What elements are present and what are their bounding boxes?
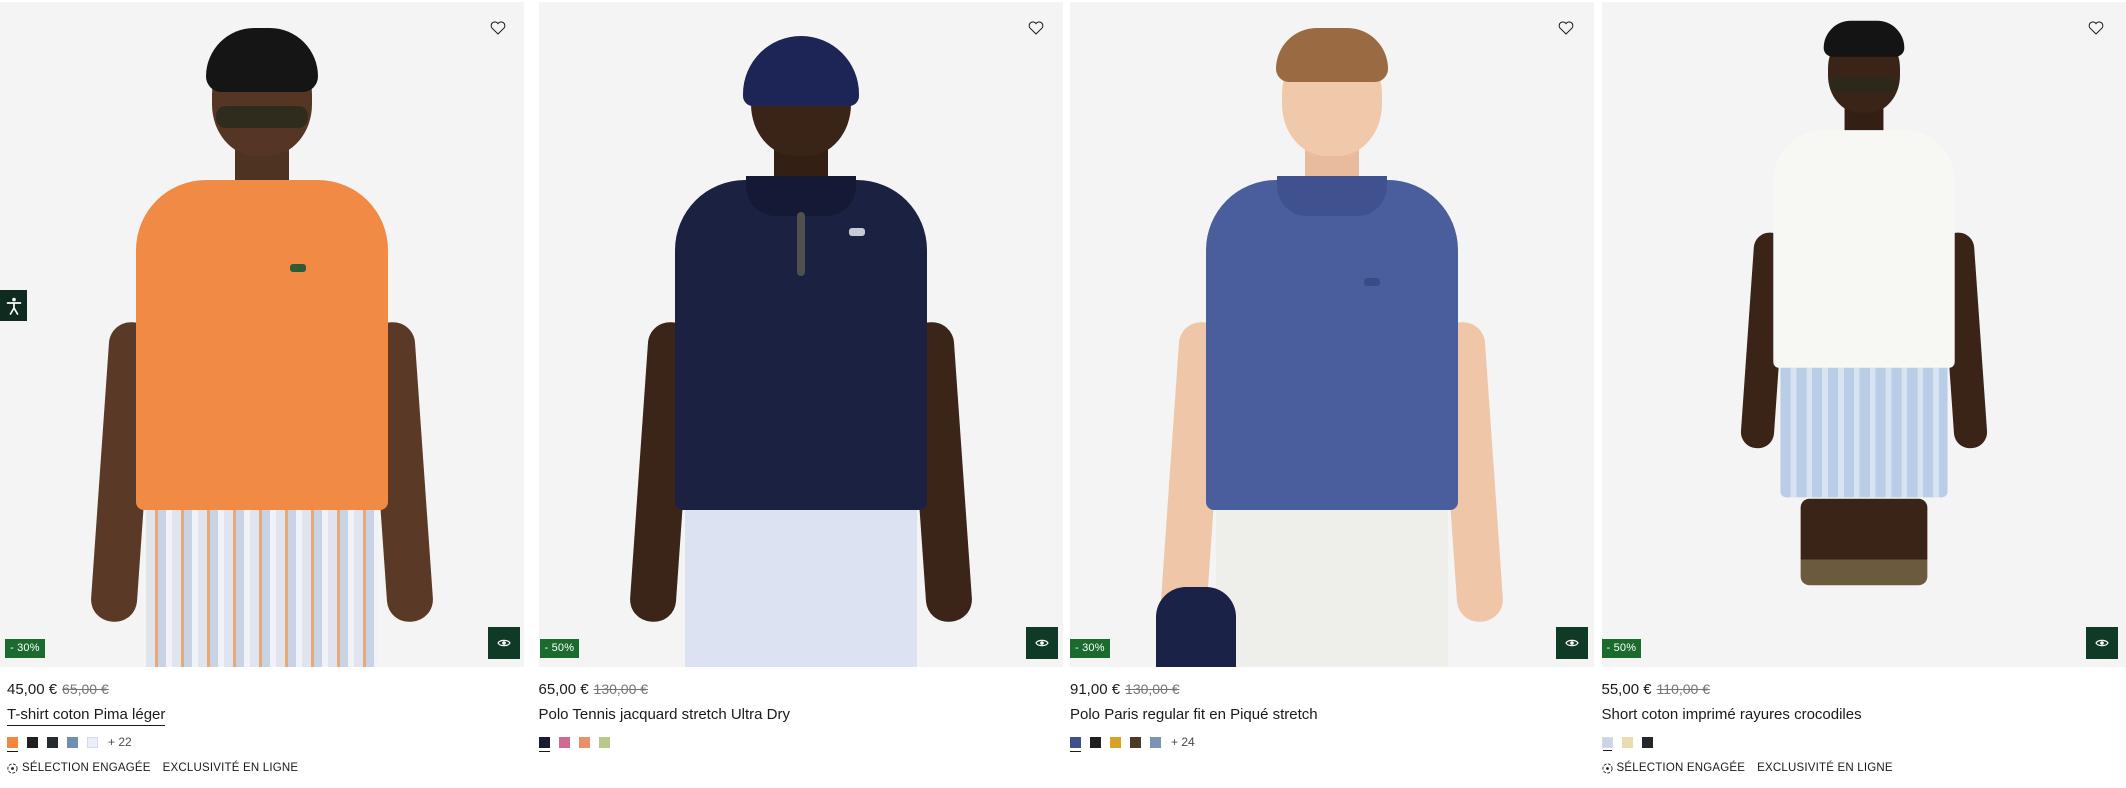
product-image[interactable]: - 50% [1601, 2, 2126, 667]
eye-icon [2094, 639, 2109, 647]
tag-label: SÉLECTION ENGAGÉE [22, 762, 151, 774]
heart-icon [2088, 21, 2103, 35]
color-swatch[interactable] [87, 736, 98, 748]
color-swatch[interactable] [538, 736, 550, 752]
favorite-button[interactable] [2086, 18, 2106, 38]
leaf-circle-icon [1601, 762, 1613, 774]
color-swatch[interactable] [1110, 736, 1121, 748]
color-swatch[interactable] [1601, 736, 1613, 751]
color-swatch[interactable] [7, 736, 18, 752]
price-row: 91,00 € 130,00 € [1070, 678, 1570, 700]
tag-label: EXCLUSIVITÉ EN LIGNE [1757, 762, 1893, 774]
product-info: 91,00 € 130,00 € Polo Paris regular fit … [1070, 678, 1570, 752]
original-price: 110,00 € [1656, 681, 1711, 697]
product-info: 45,00 € 65,00 € T-shirt coton Pima léger… [7, 678, 507, 776]
color-swatch[interactable] [558, 736, 570, 748]
discount-badge: - 30% [1070, 639, 1110, 658]
accessibility-icon [6, 297, 21, 315]
color-swatch[interactable] [1070, 736, 1081, 752]
product-card[interactable]: - 50% 55,00 € 110,00 € Short coton impri… [1595, 0, 2126, 788]
color-swatch[interactable] [598, 736, 610, 748]
favorite-button[interactable] [488, 18, 508, 38]
price-row: 65,00 € 130,00 € [539, 678, 1039, 700]
model-illustration [1734, 2, 1993, 586]
product-card[interactable]: - 30% 45,00 € 65,00 € T-shirt coton Pima… [0, 0, 532, 788]
color-swatch[interactable] [1090, 736, 1101, 748]
product-info: 55,00 € 110,00 € Short coton imprimé ray… [1601, 678, 2102, 776]
more-colors-link[interactable]: + 24 [1171, 735, 1195, 749]
product-info: 65,00 € 130,00 € Polo Tennis jacquard st… [538, 678, 1039, 752]
product-image[interactable]: - 30% [0, 2, 524, 667]
product-tags: SÉLECTION ENGAGÉE EXCLUSIVITÉ EN LIGNE [7, 760, 507, 776]
color-swatches [1601, 733, 2102, 751]
quick-view-button[interactable] [488, 627, 520, 659]
tag-selection-engagee: SÉLECTION ENGAGÉE [7, 762, 151, 774]
tag-label: EXCLUSIVITÉ EN LIGNE [162, 762, 299, 774]
product-title-link[interactable]: Short coton imprimé rayures crocodiles [1602, 704, 1862, 726]
model-illustration [1152, 2, 1512, 667]
eye-icon [1034, 639, 1049, 647]
color-swatch[interactable] [1130, 736, 1141, 748]
color-swatch[interactable] [1150, 736, 1161, 748]
product-title-link[interactable]: T-shirt coton Pima léger [7, 704, 166, 726]
favorite-button[interactable] [1556, 18, 1576, 38]
current-price: 65,00 € [538, 681, 589, 698]
accessibility-button[interactable] [0, 290, 27, 321]
model-illustration [621, 2, 981, 667]
price-row: 55,00 € 110,00 € [1602, 678, 2102, 700]
original-price: 130,00 € [593, 681, 649, 697]
color-swatch[interactable] [47, 736, 58, 748]
tag-label: SÉLECTION ENGAGÉE [1616, 762, 1746, 774]
heart-icon [490, 21, 506, 35]
color-swatch[interactable] [578, 736, 590, 748]
color-swatch[interactable] [1641, 736, 1653, 748]
tag-selection-engagee: SÉLECTION ENGAGÉE [1601, 762, 1746, 774]
model-illustration [82, 2, 442, 667]
discount-badge: - 50% [539, 639, 580, 658]
quick-view-button[interactable] [1025, 627, 1058, 659]
color-swatch[interactable] [1621, 736, 1633, 748]
product-grid: - 30% 45,00 € 65,00 € T-shirt coton Pima… [0, 0, 2126, 788]
heart-icon [1028, 21, 1043, 35]
current-price: 45,00 € [7, 681, 58, 698]
product-tags: SÉLECTION ENGAGÉE EXCLUSIVITÉ EN LIGNE [1601, 760, 2102, 776]
current-price: 91,00 € [1070, 681, 1121, 698]
heart-icon [1558, 21, 1574, 35]
eye-icon [497, 639, 511, 647]
current-price: 55,00 € [1601, 681, 1652, 698]
color-swatches: + 22 [7, 733, 507, 752]
tag-exclusivite: EXCLUSIVITÉ EN LIGNE [163, 762, 299, 774]
product-image[interactable]: - 50% [538, 2, 1063, 667]
product-title-link[interactable]: Polo Tennis jacquard stretch Ultra Dry [539, 704, 791, 726]
favorite-button[interactable] [1026, 18, 1046, 38]
tag-exclusivite: EXCLUSIVITÉ EN LIGNE [1757, 762, 1893, 774]
eye-icon [1565, 639, 1579, 647]
color-swatches: + 24 [1070, 733, 1570, 752]
discount-badge: - 50% [1601, 639, 1642, 658]
product-image[interactable]: - 30% [1070, 2, 1594, 667]
product-title-link[interactable]: Polo Paris regular fit en Piqué stretch [1070, 704, 1318, 726]
product-card[interactable]: - 30% 91,00 € 130,00 € Polo Paris regula… [1063, 0, 1595, 788]
color-swatch[interactable] [27, 736, 38, 748]
quick-view-button[interactable] [2085, 627, 2118, 659]
original-price: 130,00 € [1125, 681, 1180, 697]
color-swatches [538, 733, 1039, 752]
more-colors-link[interactable]: + 22 [108, 735, 132, 749]
price-row: 45,00 € 65,00 € [7, 678, 507, 700]
leaf-circle-icon [7, 762, 18, 774]
quick-view-button[interactable] [1556, 627, 1588, 659]
color-swatch[interactable] [67, 736, 78, 748]
original-price: 65,00 € [62, 681, 109, 697]
discount-badge: - 30% [5, 639, 45, 658]
product-card[interactable]: - 50% 65,00 € 130,00 € Polo Tennis jacqu… [532, 0, 1064, 788]
